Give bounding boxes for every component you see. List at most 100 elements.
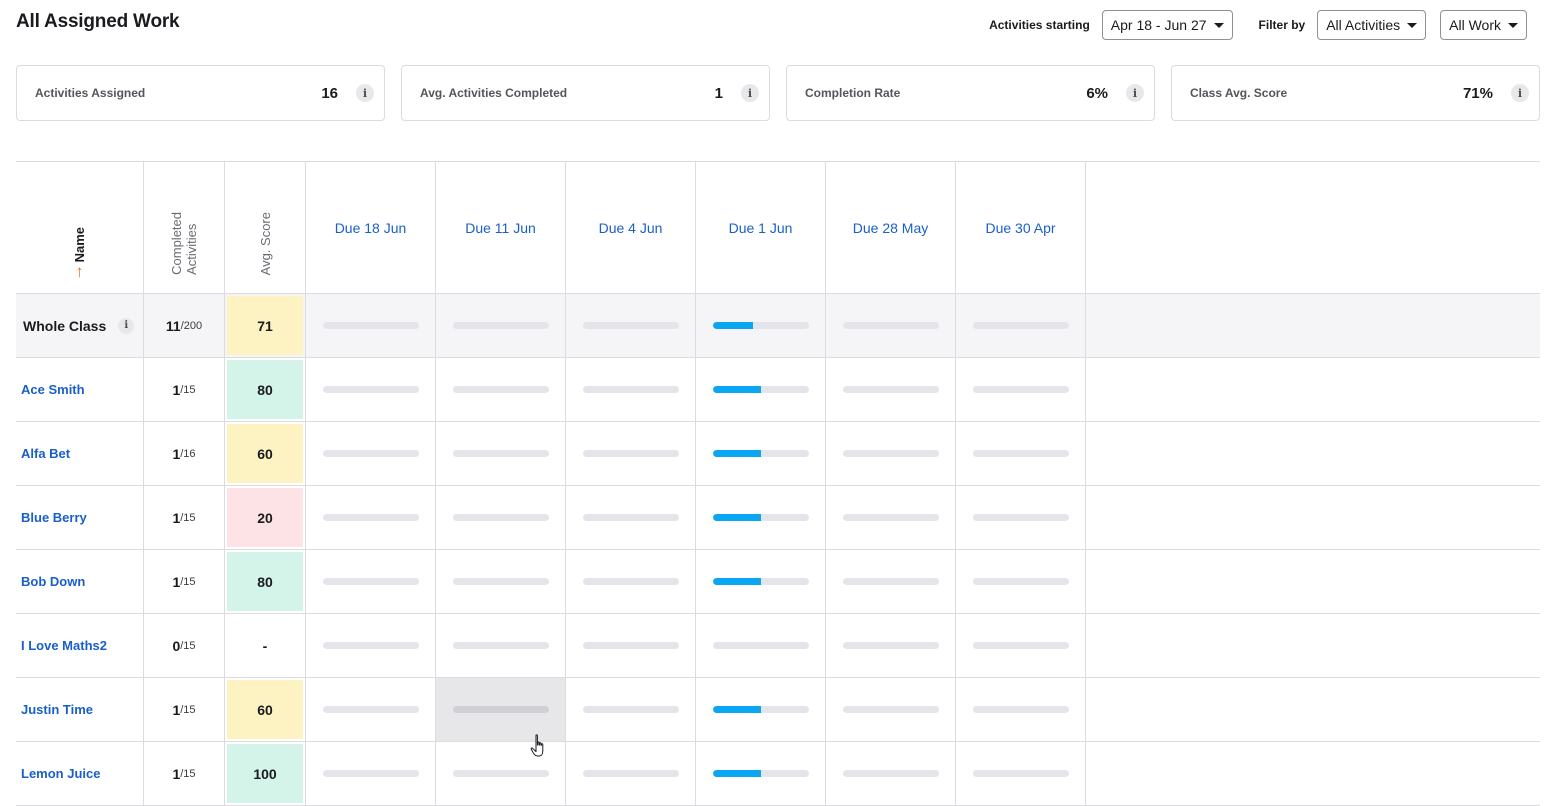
info-icon[interactable]: i	[118, 317, 135, 334]
progress-cell[interactable]	[306, 678, 436, 741]
progress-cell[interactable]	[566, 486, 696, 549]
due-header-link[interactable]: Due 1 Jun	[729, 220, 793, 236]
progress-bar[interactable]	[582, 706, 679, 713]
progress-bar[interactable]	[322, 386, 419, 393]
progress-cell[interactable]	[826, 358, 956, 421]
progress-cell[interactable]	[566, 678, 696, 741]
due-column-header[interactable]: Due 11 Jun	[436, 162, 566, 293]
progress-cell[interactable]	[436, 358, 566, 421]
progress-cell[interactable]	[306, 614, 436, 677]
progress-bar[interactable]	[452, 578, 549, 585]
progress-bar[interactable]	[842, 386, 939, 393]
progress-bar[interactable]	[972, 706, 1069, 713]
progress-bar[interactable]	[712, 642, 809, 649]
progress-cell[interactable]	[306, 550, 436, 613]
info-icon[interactable]: i	[741, 84, 759, 102]
due-column-header[interactable]: Due 18 Jun	[306, 162, 436, 293]
due-header-link[interactable]: Due 28 May	[853, 220, 928, 236]
name-column-header[interactable]: Name ↑	[16, 162, 144, 293]
progress-cell[interactable]	[696, 550, 826, 613]
progress-bar[interactable]	[842, 450, 939, 457]
progress-bar[interactable]	[452, 770, 549, 777]
progress-bar[interactable]	[842, 642, 939, 649]
due-column-header[interactable]: Due 28 May	[826, 162, 956, 293]
progress-bar[interactable]	[452, 386, 549, 393]
progress-bar[interactable]	[712, 386, 809, 393]
progress-cell[interactable]	[826, 422, 956, 485]
due-header-link[interactable]: Due 11 Jun	[465, 220, 536, 236]
progress-bar[interactable]	[712, 578, 809, 585]
progress-bar[interactable]	[972, 642, 1069, 649]
progress-bar[interactable]	[842, 770, 939, 777]
progress-cell[interactable]	[956, 742, 1086, 805]
progress-cell[interactable]	[696, 678, 826, 741]
info-icon[interactable]: i	[1511, 84, 1529, 102]
student-name-link[interactable]: Blue Berry	[21, 510, 87, 525]
progress-bar[interactable]	[842, 706, 939, 713]
progress-cell[interactable]	[826, 550, 956, 613]
progress-cell[interactable]	[306, 294, 436, 357]
due-column-header[interactable]: Due 30 Apr	[956, 162, 1086, 293]
progress-bar[interactable]	[582, 450, 679, 457]
progress-bar[interactable]	[972, 450, 1069, 457]
progress-bar[interactable]	[712, 514, 809, 521]
progress-cell[interactable]	[956, 678, 1086, 741]
progress-cell[interactable]	[826, 294, 956, 357]
progress-bar[interactable]	[582, 322, 679, 329]
progress-cell[interactable]	[436, 486, 566, 549]
date-range-dropdown[interactable]: Apr 18 - Jun 27	[1101, 10, 1233, 40]
progress-cell[interactable]	[826, 486, 956, 549]
due-header-link[interactable]: Due 4 Jun	[599, 220, 663, 236]
student-name-link[interactable]: Lemon Juice	[21, 766, 100, 781]
due-column-header[interactable]: Due 1 Jun	[696, 162, 826, 293]
progress-bar[interactable]	[842, 322, 939, 329]
progress-bar[interactable]	[322, 450, 419, 457]
student-name-link[interactable]: Alfa Bet	[21, 446, 70, 461]
progress-bar[interactable]	[452, 450, 549, 457]
progress-cell[interactable]	[566, 422, 696, 485]
progress-bar[interactable]	[842, 578, 939, 585]
student-name-link[interactable]: Ace Smith	[21, 382, 85, 397]
progress-cell[interactable]	[696, 294, 826, 357]
progress-bar[interactable]	[582, 386, 679, 393]
due-header-link[interactable]: Due 30 Apr	[985, 220, 1055, 236]
progress-bar[interactable]	[712, 450, 809, 457]
progress-bar[interactable]	[712, 770, 809, 777]
student-name-link[interactable]: I Love Maths2	[21, 638, 107, 653]
progress-cell[interactable]	[696, 614, 826, 677]
progress-bar[interactable]	[322, 322, 419, 329]
completed-column-header[interactable]: Completed Activities	[144, 162, 225, 293]
progress-cell[interactable]	[436, 422, 566, 485]
progress-bar[interactable]	[972, 578, 1069, 585]
progress-bar[interactable]	[582, 642, 679, 649]
progress-cell[interactable]	[566, 294, 696, 357]
progress-cell[interactable]	[826, 678, 956, 741]
due-column-header[interactable]: Due 4 Jun	[566, 162, 696, 293]
progress-cell[interactable]	[826, 614, 956, 677]
progress-bar[interactable]	[972, 770, 1069, 777]
progress-cell[interactable]	[956, 486, 1086, 549]
progress-bar[interactable]	[972, 386, 1069, 393]
progress-bar[interactable]	[712, 322, 809, 329]
progress-cell[interactable]	[956, 614, 1086, 677]
progress-bar[interactable]	[582, 578, 679, 585]
student-name-link[interactable]: Justin Time	[21, 702, 93, 717]
progress-bar[interactable]	[322, 514, 419, 521]
progress-bar[interactable]	[322, 770, 419, 777]
progress-cell[interactable]	[566, 358, 696, 421]
progress-cell[interactable]	[696, 742, 826, 805]
progress-cell[interactable]	[696, 358, 826, 421]
progress-bar[interactable]	[842, 514, 939, 521]
progress-bar[interactable]	[972, 322, 1069, 329]
progress-cell[interactable]	[436, 550, 566, 613]
student-name-link[interactable]: Bob Down	[21, 574, 85, 589]
progress-cell[interactable]	[956, 550, 1086, 613]
progress-bar[interactable]	[452, 706, 549, 713]
progress-cell[interactable]	[566, 550, 696, 613]
progress-cell[interactable]	[696, 486, 826, 549]
progress-bar[interactable]	[452, 514, 549, 521]
progress-cell[interactable]	[956, 294, 1086, 357]
progress-cell[interactable]	[306, 742, 436, 805]
progress-bar[interactable]	[972, 514, 1069, 521]
progress-bar[interactable]	[452, 642, 549, 649]
